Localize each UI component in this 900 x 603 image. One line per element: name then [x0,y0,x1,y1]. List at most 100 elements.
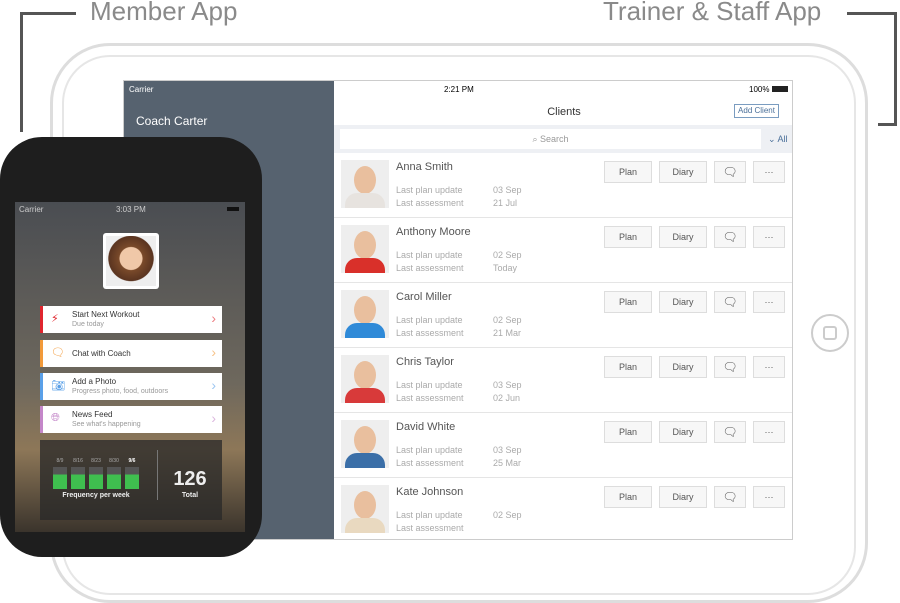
client-name[interactable]: Anthony Moore [396,226,471,238]
plan-button[interactable]: Plan [604,486,652,508]
card-title: News Feed [72,410,113,419]
chat-button[interactable]: 🗨︎ [714,421,746,443]
client-avatar[interactable] [341,485,389,533]
page-title: Clients [547,106,581,118]
client-row[interactable]: Anthony Moore Last plan update Last asse… [334,218,792,283]
chat-button[interactable]: 🗨︎ [714,291,746,313]
more-button[interactable]: ··· [753,421,785,443]
assessment-value: 21 Jul [493,198,518,208]
plan-update-label: Last plan update [396,510,463,520]
client-name[interactable]: Anna Smith [396,161,453,173]
client-row[interactable]: Chris Taylor Last plan update Last asses… [334,348,792,413]
menu-card[interactable]: 🗨︎ Chat with Coach › [40,340,222,367]
card-title: Start Next Workout [72,310,140,319]
client-avatar[interactable] [341,225,389,273]
plan-update-value: 03 Sep [493,445,522,455]
chevron-right-icon: › [211,377,216,393]
client-row[interactable]: Anna Smith Last plan update Last assessm… [334,153,792,218]
menu-card[interactable]: 🌐︎ News Feed See what's happening › [40,406,222,433]
assessment-value: Today [493,263,518,273]
diary-button[interactable]: Diary [659,356,707,378]
more-button[interactable]: ··· [753,226,785,248]
plan-update-value: 02 Sep [493,250,522,260]
search-icon: ⌕ [532,134,540,144]
assessment-value: 21 Mar [493,328,522,338]
chat-icon: 🗨︎ [722,425,738,439]
globe-icon: 🌐︎ [51,412,60,424]
plan-update-value: 03 Sep [493,185,522,195]
battery-icon [227,207,239,211]
assessment-value: 25 Mar [493,458,522,468]
more-button[interactable]: ··· [753,486,785,508]
phone-screen: Carrier 3:03 PM ⚡︎ Start Next Workout Du… [15,202,245,532]
diary-button[interactable]: Diary [659,486,707,508]
diary-button[interactable]: Diary [659,421,707,443]
plan-button[interactable]: Plan [604,226,652,248]
filter-dropdown[interactable]: ⌄ All [768,134,788,145]
plan-update-label: Last plan update [396,380,463,390]
frequency-bar [125,467,139,489]
camera-icon: 📷︎ [51,380,65,392]
plan-update-label: Last plan update [396,185,463,195]
chat-icon: 🗨︎ [722,360,738,374]
plan-button[interactable]: Plan [604,161,652,183]
frequency-bar [107,467,121,489]
sidebar-user-name[interactable]: Coach Carter [136,114,207,128]
search-bar-area: ⌕ Search ⌄ All [334,125,792,153]
chat-button[interactable]: 🗨︎ [714,486,746,508]
menu-card[interactable]: 📷︎ Add a Photo Progress photo, food, out… [40,373,222,400]
client-name[interactable]: Carol Miller [396,291,452,303]
add-client-button[interactable]: Add Client [734,104,779,118]
plan-button[interactable]: Plan [604,356,652,378]
bracket-line [847,12,897,15]
client-row[interactable]: Kate Johnson Last plan update Last asses… [334,478,792,539]
client-avatar[interactable] [341,355,389,403]
bracket-line [20,12,76,15]
more-button[interactable]: ··· [753,356,785,378]
chat-icon: 🗨︎ [51,347,65,359]
search-input[interactable]: ⌕ Search [340,129,761,149]
battery-label: 100% [749,85,770,94]
more-button[interactable]: ··· [753,161,785,183]
phone-carrier: Carrier [19,205,44,214]
plan-button[interactable]: Plan [604,421,652,443]
client-name[interactable]: Kate Johnson [396,486,463,498]
client-avatar[interactable] [341,290,389,338]
client-avatar[interactable] [341,420,389,468]
card-subtitle: Due today [72,321,104,328]
phone-time: 3:03 PM [116,205,146,214]
status-time: 2:21 PM [444,85,474,94]
avatar[interactable] [103,233,159,289]
client-avatar[interactable] [341,160,389,208]
chevron-right-icon: › [211,344,216,360]
client-name[interactable]: Chris Taylor [396,356,454,368]
carrier-label: Carrier [129,85,154,94]
frequency-label: Frequency per week [62,492,130,499]
client-name[interactable]: David White [396,421,455,433]
home-button[interactable] [811,314,849,352]
plan-button[interactable]: Plan [604,291,652,313]
chat-button[interactable]: 🗨︎ [714,161,746,183]
stats-panel[interactable]: 8/9 8/16 8/23 8/30 9/6 Frequency per week 12… [40,440,222,520]
member-app-label: Member App [90,0,238,26]
card-title: Chat with Coach [72,349,131,358]
chat-icon: 🗨︎ [722,295,738,309]
diary-button[interactable]: Diary [659,291,707,313]
total-value: 126 [173,468,207,490]
diary-button[interactable]: Diary [659,161,707,183]
chat-button[interactable]: 🗨︎ [714,226,746,248]
chat-button[interactable]: 🗨︎ [714,356,746,378]
plan-update-value: 03 Sep [493,380,522,390]
chat-icon: 🗨︎ [722,230,738,244]
client-row[interactable]: David White Last plan update Last assess… [334,413,792,478]
card-subtitle: See what's happening [72,421,141,428]
plan-update-value: 02 Sep [493,315,522,325]
chevron-right-icon: › [211,310,216,326]
diary-button[interactable]: Diary [659,226,707,248]
menu-card[interactable]: ⚡︎ Start Next Workout Due today › [40,306,222,333]
client-row[interactable]: Carol Miller Last plan update Last asses… [334,283,792,348]
more-button[interactable]: ··· [753,291,785,313]
battery-icon [772,86,788,92]
plan-update-value: 02 Sep [493,510,522,520]
bracket-line [894,12,897,126]
